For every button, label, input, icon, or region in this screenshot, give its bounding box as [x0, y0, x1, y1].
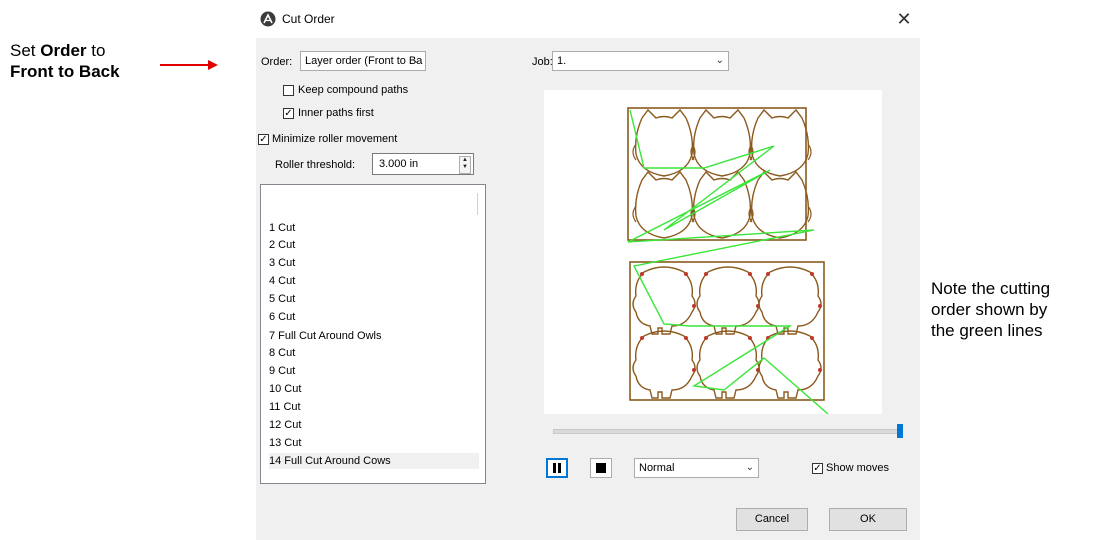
ok-button[interactable]: OK — [829, 508, 907, 531]
annotation-text: the green lines — [931, 321, 1043, 340]
right-annotation: Note the cutting order shown by the gree… — [931, 278, 1050, 341]
stop-button[interactable] — [590, 458, 612, 478]
chevron-down-icon: ⌄ — [745, 462, 754, 473]
list-item[interactable]: 12 Cut — [269, 417, 301, 433]
progress-slider-thumb[interactable] — [897, 424, 903, 438]
order-dropdown[interactable]: Layer order (Front to Ba ⌄ — [300, 51, 426, 71]
show-moves-checkbox[interactable]: ✓ — [812, 463, 823, 474]
list-item[interactable]: 11 Cut — [269, 399, 301, 415]
minimize-roller-checkbox[interactable]: ✓ — [258, 134, 269, 145]
stop-icon — [596, 463, 606, 473]
annotation-text: Set — [10, 41, 41, 60]
title-bar: Cut Order ✕ — [256, 0, 920, 38]
annotation-bold-text: Front to Back — [10, 62, 120, 81]
list-item[interactable]: 3 Cut — [269, 255, 295, 271]
dialog-title: Cut Order — [282, 12, 335, 26]
list-item[interactable]: 1 Cut — [269, 220, 295, 236]
list-item[interactable]: 13 Cut — [269, 435, 301, 451]
job-dropdown[interactable]: 1. ⌄ — [552, 51, 729, 71]
list-item[interactable]: 6 Cut — [269, 309, 295, 325]
minimize-roller-label[interactable]: Minimize roller movement — [272, 133, 397, 145]
list-item[interactable]: 5 Cut — [269, 291, 295, 307]
list-item[interactable]: 10 Cut — [269, 381, 301, 397]
cancel-button[interactable]: Cancel — [736, 508, 808, 531]
speed-dropdown[interactable]: Normal ⌄ — [634, 458, 759, 478]
left-annotation: Set Order to Front to Back — [10, 40, 120, 82]
keep-compound-checkbox[interactable] — [283, 85, 294, 96]
order-dropdown-value: Layer order (Front to Ba — [305, 55, 423, 67]
cut-order-dialog: Cut Order ✕ Order: Layer order (Front to… — [256, 0, 920, 540]
roller-threshold-value: 3.000 in — [379, 158, 419, 170]
close-button[interactable]: ✕ — [892, 8, 916, 30]
pause-button[interactable] — [546, 458, 568, 478]
list-divider — [477, 193, 478, 215]
inner-paths-label[interactable]: Inner paths first — [298, 107, 374, 119]
app-icon — [260, 11, 276, 27]
list-item[interactable]: 9 Cut — [269, 363, 295, 379]
cut-preview — [544, 90, 882, 415]
show-moves-label[interactable]: Show moves — [826, 462, 889, 474]
progress-slider-track[interactable] — [553, 429, 903, 434]
spinner-arrows-icon[interactable]: ▲ ▼ — [459, 156, 471, 174]
list-item[interactable]: 7 Full Cut Around Owls — [269, 328, 382, 344]
inner-paths-checkbox[interactable]: ✓ — [283, 108, 294, 119]
list-item[interactable]: 4 Cut — [269, 273, 295, 289]
keep-compound-label[interactable]: Keep compound paths — [298, 84, 408, 96]
annotation-text: to — [86, 41, 106, 60]
chevron-down-icon: ⌄ — [715, 55, 724, 66]
speed-dropdown-value: Normal — [639, 462, 675, 474]
annotation-text: Note the cutting — [931, 279, 1051, 298]
list-item[interactable]: 8 Cut — [269, 345, 295, 361]
roller-threshold-label: Roller threshold: — [275, 159, 356, 171]
job-dropdown-value: 1. — [557, 55, 567, 67]
annotation-text: order shown by — [931, 300, 1048, 319]
cut-list[interactable]: 1 Cut 2 Cut 3 Cut 4 Cut 5 Cut 6 Cut 7 Fu… — [260, 184, 486, 484]
chevron-down-icon: ⌄ — [412, 55, 421, 66]
pause-icon — [553, 463, 561, 473]
annotation-bold-text: Order — [40, 41, 87, 60]
cut-preview-drawing — [627, 107, 829, 415]
job-label: Job: — [532, 56, 553, 68]
order-label: Order: — [261, 56, 293, 68]
list-item[interactable]: 2 Cut — [269, 237, 295, 253]
list-item-selected[interactable]: 14 Full Cut Around Cows — [269, 453, 479, 469]
roller-threshold-input[interactable]: 3.000 in ▲ ▼ — [372, 153, 474, 175]
left-arrow — [160, 60, 218, 70]
